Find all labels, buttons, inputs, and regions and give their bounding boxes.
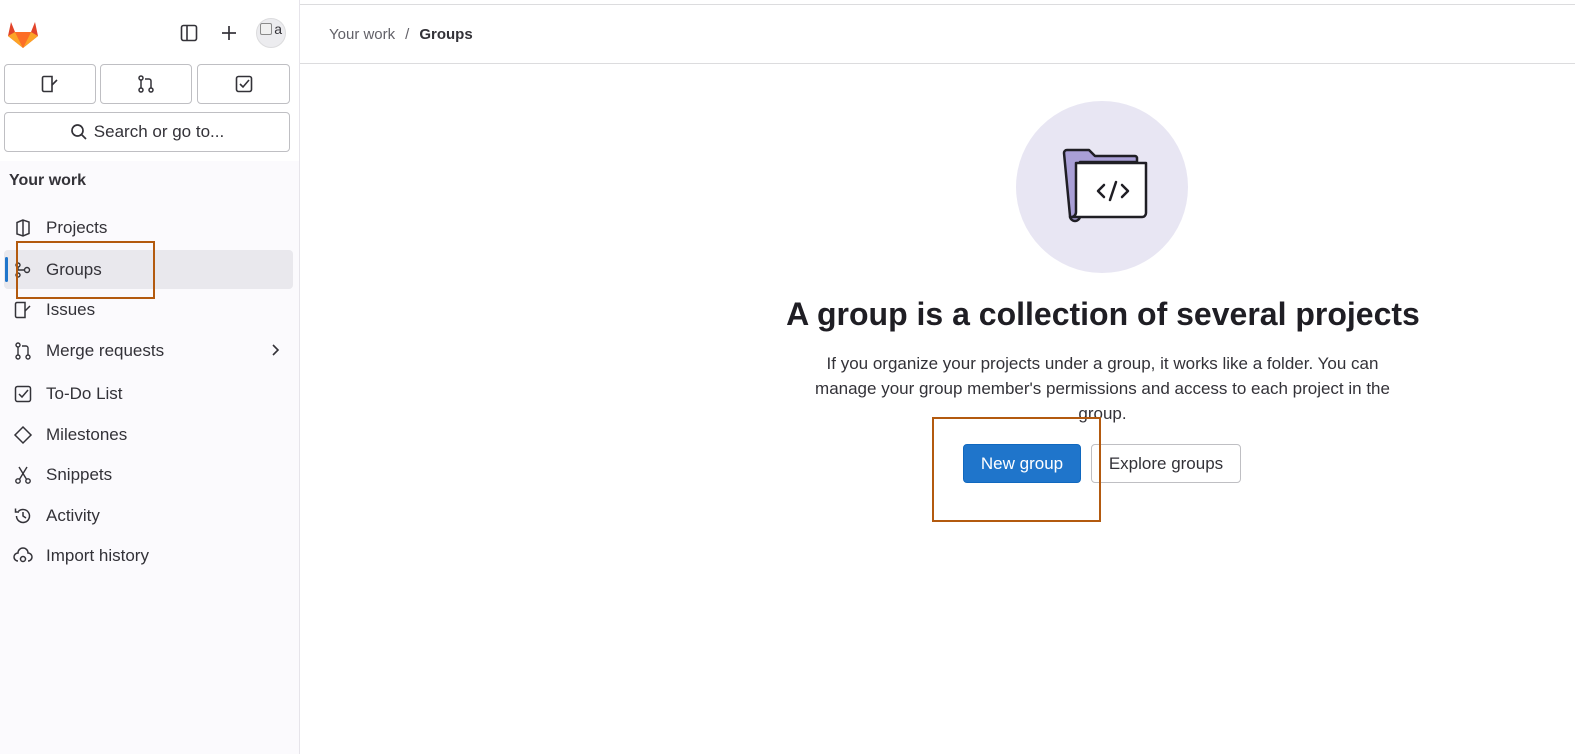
todo-checkbox-icon: [235, 75, 252, 93]
sidebar-item-label: Milestones: [46, 424, 128, 444]
search-icon: [70, 124, 87, 140]
app-window: a Search or go to... Your work Projects …: [0, 0, 1575, 754]
todo-checkbox-icon: [12, 383, 34, 405]
milestone-icon: [12, 424, 34, 446]
sidebar-item-issues[interactable]: Issues: [4, 290, 293, 329]
sidebar: a Search or go to... Your work Projects …: [0, 0, 300, 754]
broken-image-icon: [260, 23, 272, 35]
breadcrumb-parent-link[interactable]: Your work: [329, 26, 395, 43]
sidebar-item-activity[interactable]: Activity: [4, 496, 293, 535]
chevron-right-icon: [269, 341, 283, 364]
sidebar-item-label: Import history: [46, 545, 149, 565]
empty-state-description: If you organize your projects under a gr…: [815, 354, 1390, 423]
project-icon: [12, 217, 34, 239]
issues-icon: [41, 75, 58, 93]
new-group-button[interactable]: New group: [963, 444, 1081, 483]
gitlab-logo-icon[interactable]: [6, 18, 40, 50]
sidebar-item-label: Groups: [46, 259, 102, 279]
create-new-button[interactable]: [213, 17, 245, 49]
todos-button[interactable]: [197, 64, 290, 104]
toggle-sidebar-button[interactable]: [173, 17, 205, 49]
breadcrumb-separator: /: [405, 26, 410, 43]
search-button[interactable]: Search or go to...: [4, 112, 290, 152]
sidebar-item-label: To-Do List: [46, 383, 123, 403]
sidebar-item-label: Projects: [46, 217, 108, 237]
sidebar-item-milestones[interactable]: Milestones: [4, 415, 293, 454]
sidebar-item-projects[interactable]: Projects: [4, 208, 293, 247]
assigned-issues-button[interactable]: [4, 64, 96, 104]
group-icon: [12, 259, 34, 281]
sidebar-item-todo-list[interactable]: To-Do List: [4, 374, 293, 413]
sidebar-item-label: Merge requests: [46, 340, 165, 360]
search-label: Search or go to...: [93, 122, 225, 141]
top-divider: [300, 4, 1575, 5]
import-cloud-icon: [12, 545, 34, 567]
merge-request-icon: [12, 340, 34, 362]
issues-icon: [12, 299, 34, 321]
avatar-alt-text: a: [274, 21, 282, 37]
explore-groups-button[interactable]: Explore groups: [1091, 444, 1241, 483]
header-divider: [300, 63, 1575, 64]
snippet-scissors-icon: [12, 464, 34, 486]
merge-requests-button[interactable]: [100, 64, 192, 104]
user-avatar[interactable]: a: [256, 18, 286, 48]
folder-code-illustration-icon: [1016, 101, 1188, 273]
sidebar-item-label: Issues: [46, 299, 96, 319]
sidebar-item-groups[interactable]: Groups: [4, 250, 293, 289]
plus-icon: [222, 26, 236, 40]
sidebar-item-label: Activity: [46, 505, 100, 525]
breadcrumb-current[interactable]: Groups: [419, 26, 472, 43]
breadcrumb: Your work / Groups: [329, 26, 473, 43]
sidebar-item-snippets[interactable]: Snippets: [4, 455, 293, 494]
empty-state-title: A group is a collection of several proje…: [786, 296, 1420, 332]
sidebar-item-label: Snippets: [46, 464, 113, 484]
section-title: Your work: [9, 172, 87, 189]
sidebar-item-import-history[interactable]: Import history: [4, 536, 293, 575]
sidebar-item-merge-requests[interactable]: Merge requests: [4, 331, 293, 370]
sidebar-toggle-icon: [180, 24, 198, 42]
history-icon: [12, 505, 34, 527]
merge-request-icon: [138, 75, 154, 93]
